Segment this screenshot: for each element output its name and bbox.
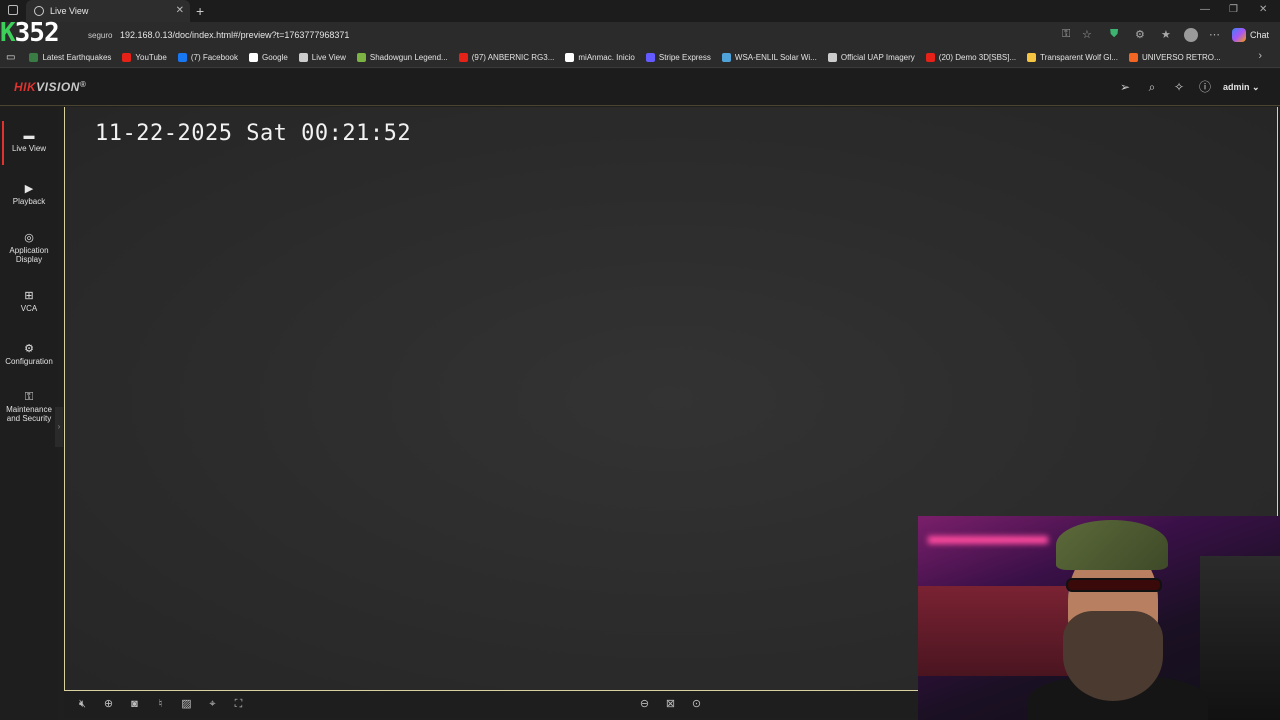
- maintenance-icon: ⚿: [24, 391, 34, 403]
- bookmark-item[interactable]: miAnmac. Inicio: [565, 53, 635, 62]
- stream-counter-overlay: K352: [0, 18, 60, 48]
- bookmark-favicon-icon: [1027, 53, 1037, 62]
- mute-icon[interactable]: 🔇︎: [76, 698, 89, 711]
- bookmark-favicon-icon: [29, 53, 39, 62]
- nav-application-display[interactable]: ◎ Application Display: [0, 232, 58, 265]
- bookmarks-menu-icon[interactable]: ▭: [6, 52, 15, 63]
- bookmark-item[interactable]: WSA-ENLIL Solar Wi...: [721, 53, 817, 62]
- window-close-icon[interactable]: ✕: [1259, 4, 1267, 15]
- search-icon[interactable]: ⌕: [1145, 80, 1159, 94]
- bookmark-favicon-icon: [177, 53, 187, 62]
- bookmark-item[interactable]: (97) ANBERNIC RG3...: [458, 53, 554, 62]
- bookmarks-bar: ▭ Latest Earthquakes YouTube (7) Facebook G…: [0, 48, 1280, 68]
- layout-icon[interactable]: ⊠: [664, 698, 677, 711]
- tab-close-icon[interactable]: ✕: [176, 5, 184, 16]
- image-settings-icon[interactable]: ▨: [180, 698, 193, 711]
- key-icon[interactable]: ⚿: [1062, 28, 1070, 41]
- webcam-background-shelf: [918, 586, 1068, 676]
- webcam-person-glasses: [1066, 578, 1162, 592]
- left-navigation: ▬ Live View ▶ Playback ◎ Application Dis…: [0, 107, 63, 720]
- next-page-icon[interactable]: ⊙: [690, 698, 703, 711]
- bookmark-favicon-icon: [356, 53, 366, 62]
- webcam-person-beard: [1063, 611, 1163, 701]
- nav-playback[interactable]: ▶ Playback: [0, 183, 58, 207]
- previous-page-icon[interactable]: ⊖: [638, 698, 651, 711]
- copilot-chat-button[interactable]: Chat: [1232, 26, 1269, 44]
- configuration-icon: ⚙: [24, 343, 34, 355]
- bookmark-favicon-icon: [1128, 53, 1138, 62]
- bookmark-item[interactable]: Stripe Express: [645, 53, 711, 62]
- playback-icon: ▶: [24, 183, 34, 195]
- new-tab-icon[interactable]: +: [196, 3, 204, 19]
- nav-vca[interactable]: ⊞ VCA: [0, 290, 58, 314]
- shield-extension-icon[interactable]: ⛊: [1110, 28, 1118, 41]
- bookmark-item[interactable]: Latest Earthquakes: [29, 53, 111, 62]
- tab-title: Live View: [50, 6, 89, 16]
- bookmark-item[interactable]: Transparent Wolf Gl...: [1027, 53, 1118, 62]
- bookmark-favicon-icon: [298, 53, 308, 62]
- app-header: HIKVISION® ➢ ⌕ ✧ ⓘ admin ⌄: [0, 69, 1280, 106]
- nav-live-view[interactable]: ▬ Live View: [0, 121, 58, 165]
- chat-label: Chat: [1250, 30, 1270, 40]
- address-bar[interactable]: 192.168.0.13/doc/index.html#/preview?t=1…: [120, 30, 349, 40]
- minimize-icon[interactable]: —: [1200, 4, 1210, 15]
- copilot-icon: [1232, 28, 1246, 42]
- bookmark-item[interactable]: UNIVERSO RETRO...: [1128, 53, 1221, 62]
- sidebar-toggle-icon[interactable]: [8, 5, 18, 15]
- bookmark-favicon-icon: [565, 53, 575, 62]
- bookmark-item[interactable]: Shadowgun Legend...: [356, 53, 448, 62]
- profile-avatar[interactable]: [1184, 28, 1198, 42]
- bookmark-item[interactable]: (7) Facebook: [177, 53, 238, 62]
- bookmark-favicon-icon: [458, 53, 468, 62]
- bookmark-item[interactable]: (20) Demo 3D[SBS]...: [925, 53, 1016, 62]
- bookmark-favicon-icon: [721, 53, 731, 62]
- region-icon[interactable]: ⛶: [232, 698, 245, 711]
- bookmark-favicon-icon: [925, 53, 935, 62]
- bookmark-item[interactable]: YouTube: [122, 53, 167, 62]
- bookmark-item[interactable]: Live View: [298, 53, 346, 62]
- capture-icon[interactable]: ◙: [128, 698, 141, 711]
- restore-icon[interactable]: ❐: [1229, 4, 1238, 15]
- application-display-icon: ◎: [24, 232, 34, 244]
- bookmarks-overflow-icon[interactable]: ›: [1258, 50, 1262, 62]
- nav-configuration[interactable]: ⚙ Configuration: [0, 343, 58, 367]
- bookmark-favicon-icon: [645, 53, 655, 62]
- security-label[interactable]: seguro: [88, 31, 112, 40]
- bookmark-item[interactable]: Official UAP Imagery: [827, 53, 915, 62]
- wizard-icon[interactable]: ✧: [1172, 80, 1186, 94]
- vca-icon: ⊞: [24, 290, 34, 302]
- nav-collapse-handle[interactable]: ›: [55, 407, 63, 447]
- osd-timestamp: 11-22-2025 Sat 00:21:52: [95, 121, 412, 146]
- counter-value: 352: [14, 18, 60, 48]
- more-menu-icon[interactable]: ⋯: [1209, 28, 1220, 41]
- webcam-overlay: [918, 516, 1280, 720]
- focus-icon[interactable]: ⌖: [206, 698, 219, 711]
- favorites-icon[interactable]: ★: [1161, 28, 1171, 41]
- bookmark-favicon-icon: [248, 53, 258, 62]
- zoom-icon[interactable]: ⊕: [102, 698, 115, 711]
- nav-maintenance-security[interactable]: ⚿ Maintenance and Security: [0, 391, 58, 424]
- info-icon[interactable]: ⓘ: [1198, 80, 1212, 94]
- send-icon[interactable]: ➢: [1118, 80, 1132, 94]
- bookmark-item[interactable]: Google: [248, 53, 288, 62]
- counter-prefix: K: [0, 18, 16, 48]
- webcam-led-light: [928, 536, 1048, 544]
- browser-tab-bar: Live View ✕ + — ❐ ✕: [0, 0, 1280, 22]
- hikvision-logo: HIKVISION®: [14, 80, 87, 94]
- user-menu[interactable]: admin ⌄: [1223, 82, 1260, 93]
- webcam-chair: [1200, 556, 1280, 720]
- bookmark-favicon-icon: [122, 53, 132, 62]
- extensions-icon[interactable]: ⚙: [1135, 28, 1145, 41]
- bookmark-favicon-icon: [827, 53, 837, 62]
- tab-favicon-icon: [34, 6, 44, 16]
- microphone-icon[interactable]: ♮: [154, 698, 167, 711]
- favorite-star-icon[interactable]: ☆: [1082, 28, 1092, 41]
- live-view-icon: ▬: [23, 130, 35, 142]
- webcam-person-cap: [1056, 520, 1168, 570]
